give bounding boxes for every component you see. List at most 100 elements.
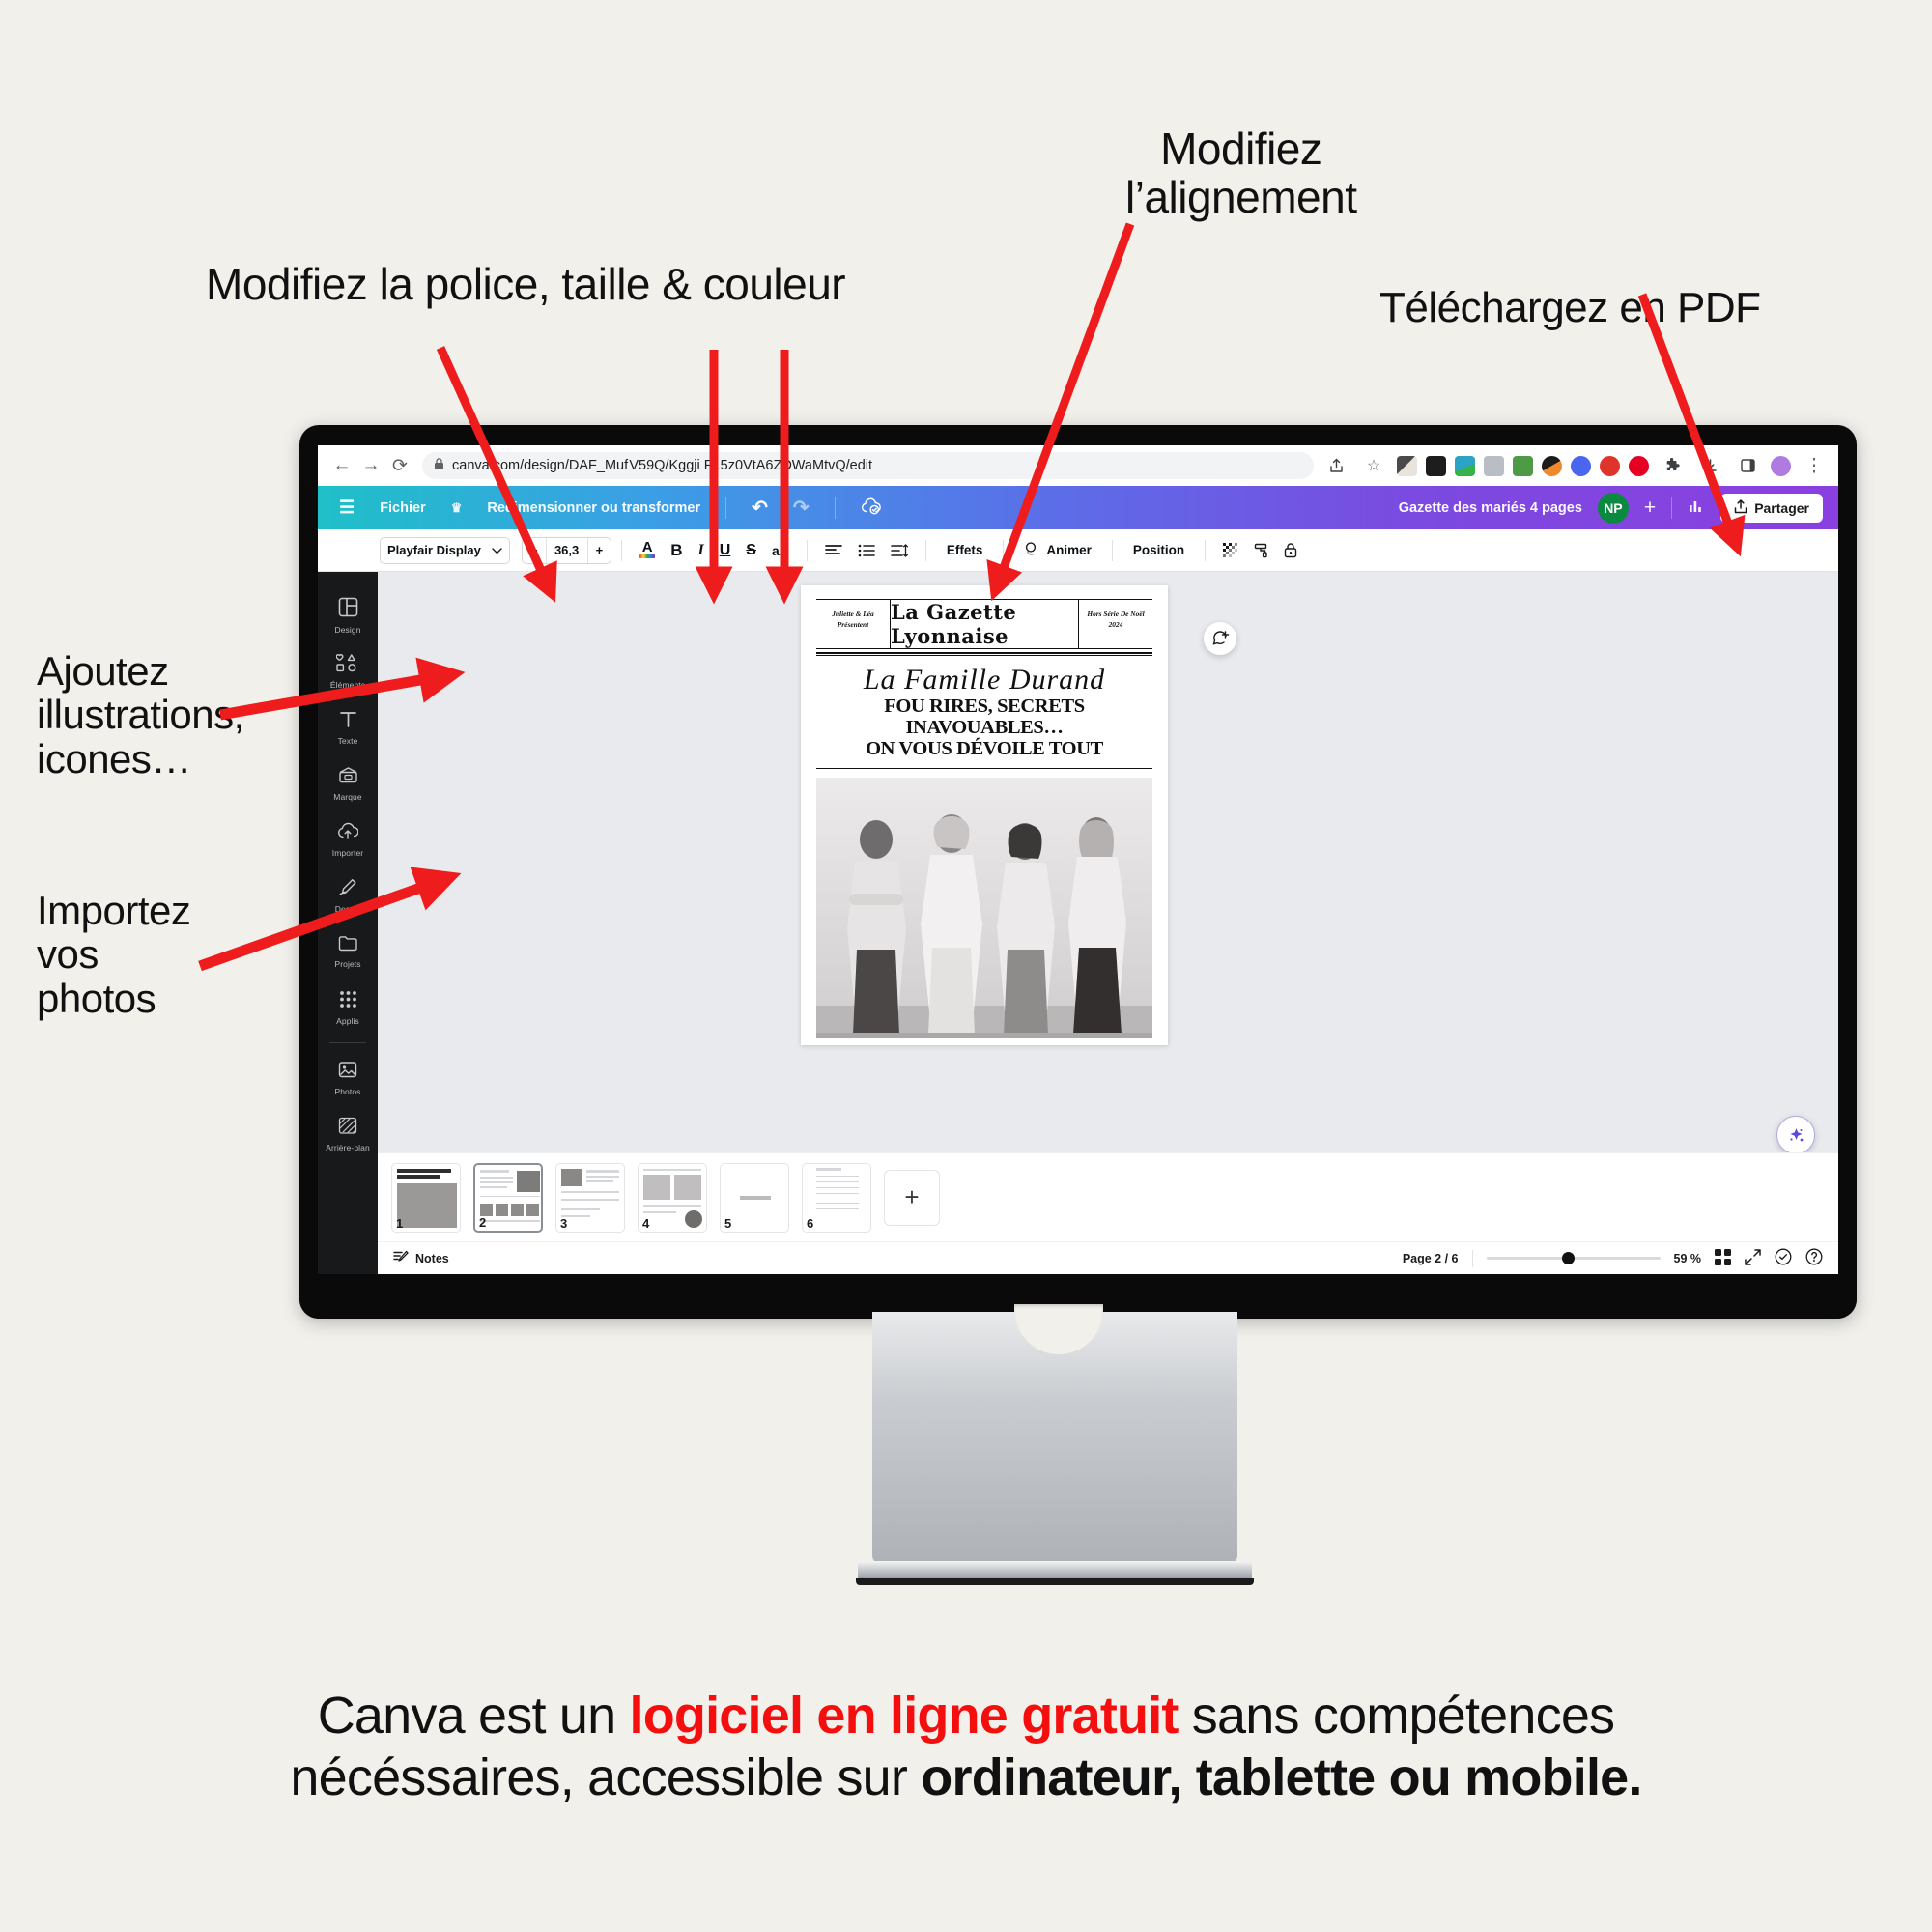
design-script-title[interactable]: La Famille Durand [816, 664, 1152, 696]
zoom-level[interactable]: 59 % [1674, 1252, 1702, 1265]
sidebar-item-background[interactable]: Arrière-plan [318, 1106, 378, 1162]
redo-icon[interactable]: ↷ [793, 496, 810, 520]
page-thumbnail-strip[interactable]: 1 2 3 4 5 6 + [378, 1152, 1838, 1241]
animate-label: Animer [1046, 543, 1092, 557]
hamburger-menu-icon[interactable]: ☰ [339, 497, 355, 518]
page-thumbnail[interactable]: 5 [720, 1162, 789, 1233]
transparency-icon[interactable] [1215, 537, 1246, 564]
left-rail: Design Éléments Texte Marque Importer De… [318, 572, 378, 1274]
sidebar-item-apps[interactable]: Applis [318, 980, 378, 1036]
insights-icon[interactable] [1688, 498, 1705, 518]
share-page-icon[interactable] [1321, 451, 1350, 480]
page-thumbnail[interactable]: 4 [638, 1162, 707, 1233]
document-title[interactable]: Gazette des mariés 4 pages [1399, 500, 1582, 516]
extension-icon-gear[interactable] [1571, 455, 1591, 476]
brand-icon [338, 766, 358, 789]
sidebar-item-projects[interactable]: Projets [318, 923, 378, 980]
sidebar-item-text[interactable]: Texte [318, 699, 378, 755]
url-text: canva.com/design/DAF_Muf V59Q/Kggji F15z… [452, 458, 873, 473]
photos-icon [338, 1061, 357, 1084]
extension-icon-drop[interactable] [1542, 455, 1562, 476]
check-circle-icon[interactable] [1775, 1248, 1792, 1268]
sidebar-item-photos[interactable]: Photos [318, 1050, 378, 1106]
masthead-rule [816, 652, 1152, 656]
magic-studio-button[interactable] [1776, 1116, 1815, 1154]
zoom-slider-handle[interactable] [1561, 1252, 1575, 1264]
page-indicator[interactable]: Page 2 / 6 [1403, 1252, 1459, 1265]
add-page-button[interactable]: + [884, 1169, 940, 1226]
notes-button[interactable]: Notes [393, 1250, 449, 1267]
sidebar-item-elements[interactable]: Éléments [318, 643, 378, 699]
downloads-icon[interactable] [1695, 451, 1724, 480]
bullet-list-icon[interactable] [850, 537, 883, 564]
address-bar[interactable]: canva.com/design/DAF_Muf V59Q/Kggji F15z… [422, 452, 1314, 479]
status-bar: Notes Page 2 / 6 59 % [378, 1241, 1838, 1274]
design-headline-2[interactable]: ON VOUS DÉVOILE TOUT [816, 738, 1152, 760]
font-size-stepper[interactable]: − 36,3 + [522, 536, 612, 564]
zoom-slider[interactable] [1486, 1252, 1661, 1264]
sidebar-item-design[interactable]: Design [318, 587, 378, 643]
headline-rule [816, 767, 1152, 769]
font-size-decrease[interactable]: − [523, 538, 546, 563]
page-thumbnail[interactable]: 1 [391, 1162, 461, 1233]
align-left-icon[interactable] [817, 537, 850, 564]
extension-icon-badge[interactable] [1600, 455, 1620, 476]
forward-icon[interactable]: → [356, 451, 385, 480]
page-thumbnail[interactable]: 3 [555, 1162, 625, 1233]
extension-icon-qr[interactable] [1484, 455, 1504, 476]
profile-avatar-icon[interactable] [1771, 455, 1791, 476]
lock-icon[interactable] [1276, 537, 1305, 564]
extension-icon-fonts[interactable] [1426, 455, 1446, 476]
paint-roller-icon[interactable] [1246, 537, 1276, 564]
animate-button[interactable]: Animer [1013, 537, 1102, 564]
page-thumbnail-selected[interactable]: 2 [473, 1162, 543, 1233]
design-page[interactable]: Juliette & Léa Présentent La Gazette Lyo… [801, 585, 1168, 1045]
sidebar-item-upload[interactable]: Importer [318, 811, 378, 867]
back-icon[interactable]: ← [327, 451, 356, 480]
sidebar-item-brand[interactable]: Marque [318, 755, 378, 811]
thumb-number: 6 [807, 1215, 814, 1231]
fullscreen-icon[interactable] [1745, 1248, 1761, 1268]
caption-part-2: sans compétences [1178, 1687, 1615, 1745]
thumb-number: 5 [724, 1215, 732, 1231]
reload-icon[interactable]: ⟳ [385, 451, 414, 480]
letter-case-button[interactable]: aA [764, 537, 797, 564]
strikethrough-button[interactable]: S [738, 537, 764, 564]
grid-view-icon[interactable] [1715, 1248, 1731, 1268]
chrome-menu-icon[interactable]: ⋮ [1800, 451, 1829, 480]
font-size-value[interactable]: 36,3 [545, 537, 588, 563]
upload-icon [337, 822, 359, 845]
extension-icon-grammar[interactable] [1455, 455, 1475, 476]
extension-icon-green[interactable] [1513, 455, 1533, 476]
page-thumbnail[interactable]: 6 [802, 1162, 871, 1233]
resize-menu[interactable]: Redimensionner ou transformer [487, 500, 700, 516]
design-photo[interactable] [816, 777, 1152, 1038]
file-menu[interactable]: Fichier [380, 500, 426, 516]
header-divider-2 [834, 497, 836, 519]
bookmark-icon[interactable]: ☆ [1359, 451, 1388, 480]
add-collaborator-button[interactable]: + [1644, 497, 1656, 520]
share-button[interactable]: Partager [1720, 493, 1823, 523]
extension-icon-pen[interactable] [1397, 455, 1417, 476]
underline-button[interactable]: U [712, 537, 739, 564]
position-button[interactable]: Position [1122, 537, 1195, 564]
extensions-puzzle-icon[interactable] [1658, 451, 1687, 480]
text-color-icon[interactable]: A [632, 537, 663, 564]
add-comment-button[interactable] [1204, 622, 1236, 655]
notes-label: Notes [415, 1251, 449, 1265]
extension-icon-pinterest[interactable] [1629, 455, 1649, 476]
undo-icon[interactable]: ↶ [752, 496, 768, 520]
avatar[interactable]: NP [1597, 492, 1629, 524]
line-spacing-icon[interactable] [883, 537, 916, 564]
cloud-save-icon[interactable] [861, 497, 882, 519]
sidebar-item-draw[interactable]: Dessin [318, 867, 378, 923]
font-family-select[interactable]: Playfair Display [380, 536, 510, 564]
italic-button[interactable]: I [690, 537, 711, 564]
apps-icon [339, 990, 357, 1013]
help-circle-icon[interactable] [1805, 1248, 1823, 1268]
design-headline-1[interactable]: FOU RIRES, SECRETS INAVOUABLES… [816, 696, 1152, 739]
font-size-increase[interactable]: + [588, 538, 611, 563]
side-panel-icon[interactable] [1733, 451, 1762, 480]
effects-button[interactable]: Effets [936, 537, 994, 564]
bold-button[interactable]: B [663, 537, 690, 564]
